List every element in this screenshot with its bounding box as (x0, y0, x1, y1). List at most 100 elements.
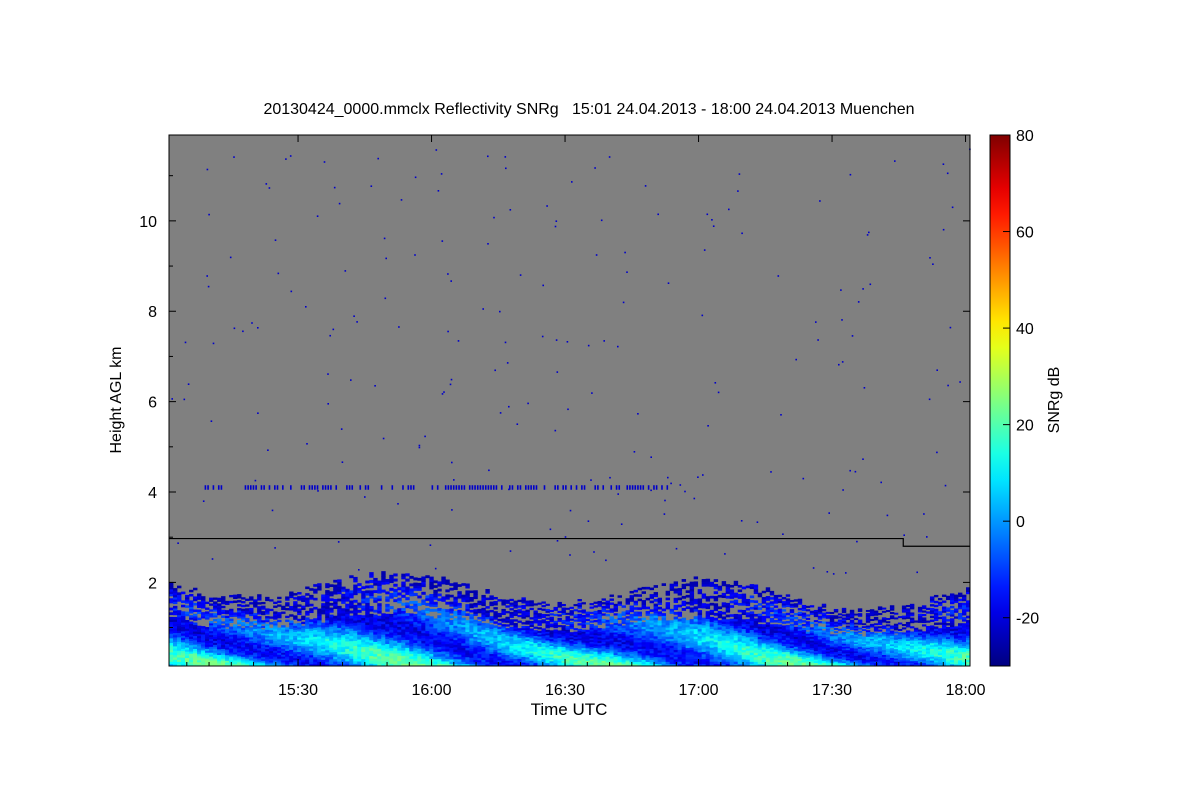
echo-cell (373, 641, 378, 645)
echo-cell (397, 616, 402, 620)
echo-cell (457, 602, 462, 606)
echo-cell (721, 623, 727, 627)
echo-cell (385, 613, 390, 617)
echo-cell (725, 628, 731, 632)
echo-cell (437, 620, 442, 623)
echo-cell (377, 608, 382, 612)
echo-cell (721, 635, 727, 639)
echo-cell (833, 631, 839, 634)
echo-cell (285, 615, 290, 619)
echo-cell (325, 619, 330, 623)
echo-cell (445, 601, 450, 605)
echo-cell (409, 588, 414, 592)
echo-cell (265, 596, 270, 600)
echo-cell (413, 582, 418, 586)
echo-cell (445, 614, 450, 617)
echo-cell (217, 603, 222, 606)
echo-cell (745, 659, 751, 662)
echo-cell (373, 599, 378, 603)
echo-cell (177, 585, 182, 589)
echo-cell (653, 642, 659, 646)
echo-cell (317, 613, 322, 616)
echo-cell (701, 637, 707, 640)
echo-cell (421, 622, 426, 626)
echo-cell (389, 642, 394, 646)
echo-cell (653, 649, 659, 653)
echo-cell (685, 601, 691, 605)
echo-cell (665, 602, 671, 605)
echo-cell (465, 622, 470, 626)
echo-cell (689, 635, 695, 639)
echo-cell (705, 638, 711, 642)
echo-cell (341, 586, 346, 590)
echo-cell (685, 640, 691, 644)
echo-cell (333, 625, 338, 629)
echo-cell (741, 658, 747, 662)
echo-cell (341, 596, 346, 600)
echo-cell (345, 641, 350, 644)
echo-cell (409, 575, 414, 579)
echo-cell (413, 642, 418, 646)
echo-cell (417, 585, 422, 589)
echo-cell (333, 601, 338, 605)
echo-cell (449, 601, 454, 605)
echo-cell (349, 638, 354, 642)
echo-cell (405, 634, 410, 638)
echo-cell (717, 643, 723, 646)
echo-cell (241, 604, 246, 608)
echo-cell (653, 645, 659, 648)
echo-cell (653, 603, 659, 607)
echo-cell (621, 625, 626, 628)
echo-cell (417, 615, 422, 619)
echo-cell (389, 639, 394, 643)
echo-cell (405, 655, 410, 659)
echo-cell (429, 626, 434, 630)
echo-cell (421, 640, 426, 644)
echo-cell (209, 609, 214, 612)
echo-cell (681, 608, 687, 611)
echo-cell (465, 613, 470, 616)
echo-cell (697, 614, 703, 618)
echo-cell (673, 604, 679, 608)
echo-cell (329, 619, 334, 623)
echo-cell (365, 656, 370, 660)
echo-cell (673, 656, 679, 660)
echo-cell (445, 624, 450, 627)
echo-cell (697, 626, 703, 630)
echo-cell (449, 603, 454, 607)
echo-cell (609, 594, 614, 597)
echo-cell (317, 631, 322, 635)
echo-cell (449, 622, 454, 626)
echo-cell (329, 623, 334, 627)
echo-cell (445, 658, 450, 662)
echo-cell (445, 582, 450, 585)
echo-cell (673, 621, 679, 625)
echo-cell (441, 628, 446, 632)
echo-cell (453, 639, 458, 643)
echo-cell (713, 649, 719, 652)
echo-cell (705, 621, 711, 625)
echo-cell (385, 621, 390, 625)
echo-cell (561, 625, 566, 628)
echo-cell (473, 602, 478, 606)
echo-cell (329, 630, 334, 634)
echo-cell (245, 598, 250, 601)
plot-area (168, 134, 971, 667)
echo-cell (557, 601, 562, 605)
echo-cell (537, 630, 542, 633)
echo-cell (453, 654, 458, 657)
echo-cell (401, 581, 406, 585)
echo-cell (721, 581, 727, 584)
echo-cell (601, 598, 606, 601)
echo-cell (677, 644, 683, 648)
echo-cell (333, 622, 338, 626)
echo-cell (413, 652, 418, 656)
echo-cell (733, 602, 739, 605)
echo-cell (169, 661, 174, 665)
echo-cell (545, 603, 550, 606)
echo-cell (441, 636, 446, 640)
echo-cell (721, 630, 727, 634)
echo-cell (409, 625, 414, 629)
echo-cell (173, 617, 178, 620)
echo-cell (669, 608, 675, 612)
